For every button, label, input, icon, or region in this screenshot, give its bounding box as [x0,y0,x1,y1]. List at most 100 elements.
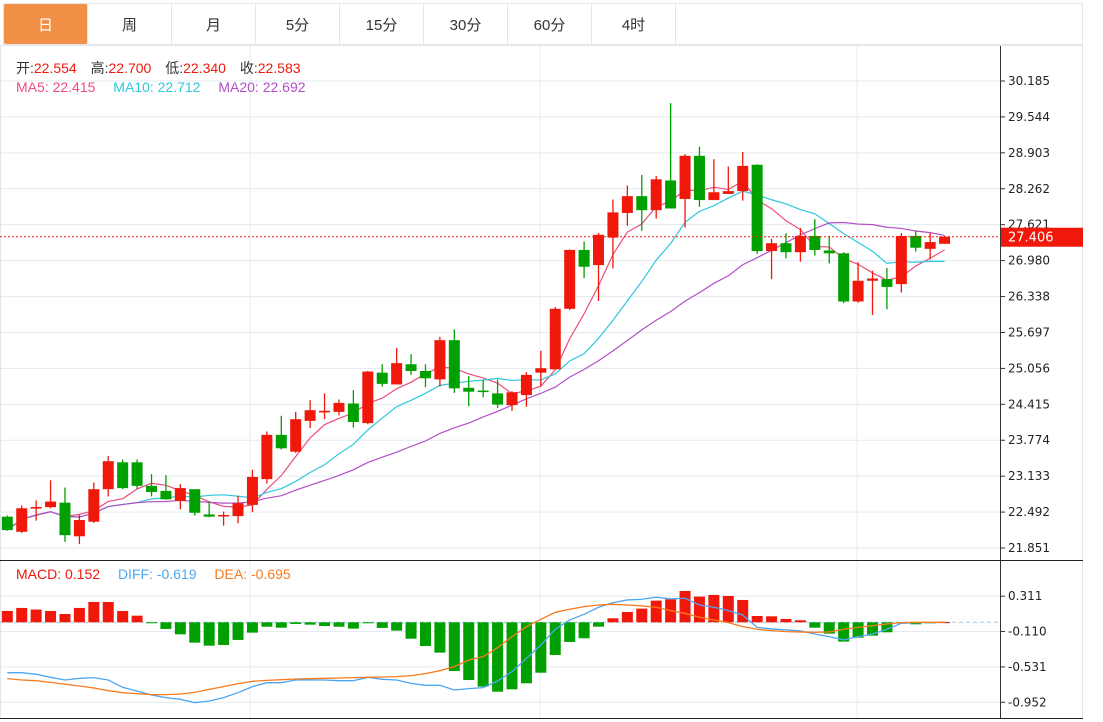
diff-line [7,596,945,704]
close-label: 收: [239,60,258,76]
macd-bar [189,622,201,643]
candle-body [304,410,316,421]
candle-body [160,490,172,500]
candle-body [174,488,186,501]
candle-body [708,192,720,201]
macd-bar [593,622,605,627]
ohlc-legend: 开:22.554 高:22.700 低:22.340 收:22.583 [16,58,305,78]
candles [1,103,951,545]
macd-bar [131,615,143,623]
macd-bar [319,622,331,626]
macd-legend: MACD: 0.152 DIFF: -0.619 DEA: -0.695 [16,566,295,582]
candle-body [578,249,590,267]
dea-value: DEA: -0.695 [214,566,291,582]
macd-bar [232,622,244,640]
candle-body [319,410,331,413]
macd-tick-label: -0.531 [1008,660,1047,674]
macd-bar [73,607,85,623]
kline-chart[interactable]: 30.18529.54428.90328.26227.62126.98026.3… [0,0,1103,722]
macd-bar [794,620,806,623]
macd-bar [146,622,157,624]
low-label: 低: [165,60,184,76]
candle-body [88,489,100,522]
candle-body [722,191,734,194]
candle-body [621,196,633,213]
candle-body [1,516,13,531]
diff-value: DIFF: -0.619 [117,566,197,582]
macd-bar [88,601,100,623]
candle-body [463,387,475,392]
candle-body [549,308,561,370]
open-value: 22.554 [33,60,77,76]
candle-body [910,235,922,248]
candle-body [766,243,778,252]
price-tick-label: 28.903 [1008,146,1050,160]
candle-body [189,489,201,513]
low-value: 22.340 [183,60,226,76]
candle-body [593,234,605,266]
candle-body [535,368,547,373]
macd-panel [0,590,1000,704]
macd-bar [434,622,446,653]
price-tick-label: 28.262 [1008,182,1050,196]
macd-bar [535,622,547,673]
high-label: 高: [90,60,109,76]
candle-body [506,392,518,406]
ma20-legend: MA20: 22.692 [218,79,306,95]
macd-bar [333,622,345,627]
candle-body [376,372,388,384]
candle-body [838,253,850,302]
price-tick-label: 26.338 [1008,290,1050,304]
open-label: 开: [16,60,34,76]
price-tick-label: 30.185 [1008,74,1050,88]
candle-body [146,485,157,493]
price-tick-label: 25.697 [1008,325,1050,339]
candle-body [780,243,792,253]
candle-body [809,235,821,250]
macd-bar [809,622,821,628]
macd-bar [607,618,619,623]
macd-bar [203,622,215,646]
price-tick-label: 22.492 [1008,505,1050,519]
macd-bar [16,607,28,623]
candle-body [794,235,806,253]
candle-body [564,249,576,309]
candle-body [16,508,28,532]
macd-bar [362,622,374,624]
macd-bar [578,622,590,639]
macd-value: MACD: 0.152 [16,566,101,582]
candle-body [362,371,374,424]
macd-bar [780,618,792,623]
price-tick-label: 23.133 [1008,469,1050,483]
candle-body [607,212,619,238]
candle-body [665,180,677,209]
macd-tick-label: 0.311 [1008,589,1042,603]
candle-body [679,155,691,199]
macd-bar [59,613,71,623]
candle-body [434,340,446,380]
macd-bar [160,622,172,629]
ma10-legend: MA10: 22.712 [113,79,201,95]
macd-bar [448,622,460,672]
candle-body [391,363,403,385]
candle-body [246,476,258,505]
candle-body [650,179,662,211]
candle-body [823,250,835,254]
candle-body [881,279,893,287]
macd-bar [636,608,648,623]
candle-body [693,155,705,201]
macd-bar [376,622,388,628]
macd-bar [347,622,359,629]
candle-body [939,236,951,244]
candle-body [636,196,648,211]
macd-bar [246,622,258,633]
price-tick-label: 24.415 [1008,397,1050,411]
candle-body [218,514,230,517]
macd-bar [218,622,230,645]
candle-body [117,462,129,489]
candle-body [419,370,431,379]
candle-body [852,280,864,302]
macd-bar [117,610,129,623]
candle-body [30,506,42,509]
macd-bar [174,622,186,635]
